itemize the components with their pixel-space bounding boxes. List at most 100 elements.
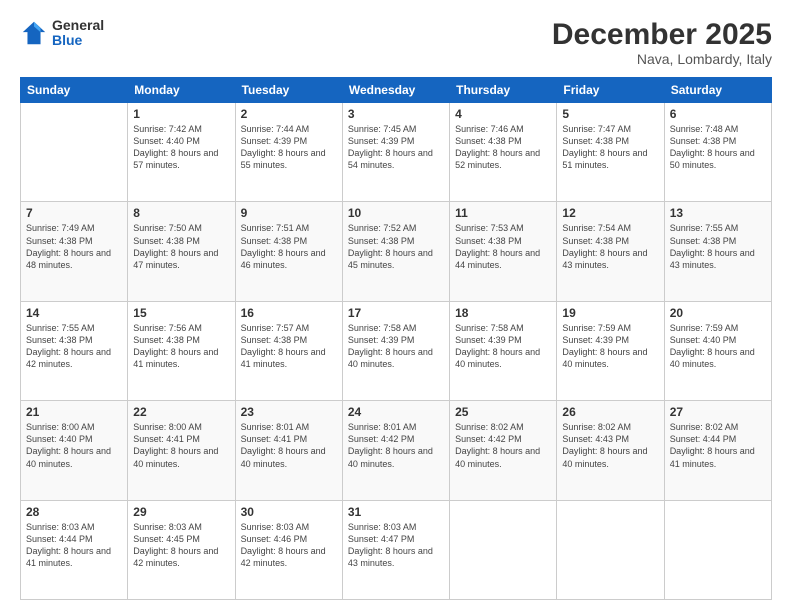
logo-general-text: General (52, 18, 104, 33)
day-info: Sunrise: 7:48 AMSunset: 4:38 PMDaylight:… (670, 123, 766, 172)
week-row-0: 1Sunrise: 7:42 AMSunset: 4:40 PMDaylight… (21, 103, 772, 202)
day-number: 28 (26, 505, 122, 519)
calendar-cell: 31Sunrise: 8:03 AMSunset: 4:47 PMDayligh… (342, 500, 449, 599)
calendar-cell: 28 Sunrise: 8:03 AMSunset: 4:44 PMDayligh… (21, 500, 128, 599)
day-number: 4 (455, 107, 551, 121)
day-number: 6 (670, 107, 766, 121)
day-info: Sunrise: 8:03 AMSunset: 4:45 PMDaylight:… (133, 521, 229, 570)
day-info: Sunrise: 7:59 AMSunset: 4:40 PMDaylight:… (670, 322, 766, 371)
day-number: 16 (241, 306, 337, 320)
logo-blue-text: Blue (52, 33, 104, 48)
calendar-cell: 18Sunrise: 7:58 AMSunset: 4:39 PMDayligh… (450, 301, 557, 400)
calendar-cell: 8 Sunrise: 7:50 AMSunset: 4:38 PMDaylight… (128, 202, 235, 301)
logo: General Blue (20, 18, 104, 49)
calendar-cell (21, 103, 128, 202)
day-info: Sunrise: 8:03 AMSunset: 4:46 PMDaylight:… (241, 521, 337, 570)
day-info: Sunrise: 8:00 AMSunset: 4:41 PMDaylight:… (133, 421, 229, 470)
day-info: Sunrise: 8:02 AMSunset: 4:43 PMDaylight:… (562, 421, 658, 470)
day-number: 17 (348, 306, 444, 320)
calendar-cell: 16Sunrise: 7:57 AMSunset: 4:38 PMDayligh… (235, 301, 342, 400)
calendar-cell: 13Sunrise: 7:55 AMSunset: 4:38 PMDayligh… (664, 202, 771, 301)
calendar-cell: 2Sunrise: 7:44 AMSunset: 4:39 PMDaylight… (235, 103, 342, 202)
day-info: Sunrise: 7:51 AMSunset: 4:38 PMDaylight:… (241, 222, 337, 271)
day-info: Sunrise: 8:02 AMSunset: 4:44 PMDaylight:… (670, 421, 766, 470)
day-number: 27 (670, 405, 766, 419)
day-info: Sunrise: 7:56 AMSunset: 4:38 PMDaylight:… (133, 322, 229, 371)
day-number: 9 (241, 206, 337, 220)
logo-text: General Blue (52, 18, 104, 49)
col-header-monday: Monday (128, 78, 235, 103)
calendar-cell: 26 Sunrise: 8:02 AMSunset: 4:43 PMDayligh… (557, 401, 664, 500)
day-info: Sunrise: 7:47 AMSunset: 4:38 PMDaylight:… (562, 123, 658, 172)
calendar-cell: 9 Sunrise: 7:51 AMSunset: 4:38 PMDaylight… (235, 202, 342, 301)
day-info: Sunrise: 7:46 AMSunset: 4:38 PMDaylight:… (455, 123, 551, 172)
day-number: 29 (133, 505, 229, 519)
location: Nava, Lombardy, Italy (552, 51, 772, 67)
calendar-cell: 17 Sunrise: 7:58 AMSunset: 4:39 PMDayligh… (342, 301, 449, 400)
header: General Blue December 2025 Nava, Lombard… (20, 18, 772, 67)
day-number: 12 (562, 206, 658, 220)
week-row-4: 28 Sunrise: 8:03 AMSunset: 4:44 PMDayligh… (21, 500, 772, 599)
calendar-cell: 21Sunrise: 8:00 AMSunset: 4:40 PMDayligh… (21, 401, 128, 500)
day-info: Sunrise: 8:01 AMSunset: 4:42 PMDaylight:… (348, 421, 444, 470)
day-info: Sunrise: 8:03 AMSunset: 4:44 PMDaylight:… (26, 521, 122, 570)
day-info: Sunrise: 7:54 AMSunset: 4:38 PMDaylight:… (562, 222, 658, 271)
day-number: 15 (133, 306, 229, 320)
day-number: 8 (133, 206, 229, 220)
week-row-3: 21Sunrise: 8:00 AMSunset: 4:40 PMDayligh… (21, 401, 772, 500)
day-number: 2 (241, 107, 337, 121)
calendar-cell: 30Sunrise: 8:03 AMSunset: 4:46 PMDayligh… (235, 500, 342, 599)
calendar-cell: 23 Sunrise: 8:01 AMSunset: 4:41 PMDayligh… (235, 401, 342, 500)
day-info: Sunrise: 7:52 AMSunset: 4:38 PMDaylight:… (348, 222, 444, 271)
calendar-cell: 25 Sunrise: 8:02 AMSunset: 4:42 PMDayligh… (450, 401, 557, 500)
calendar-cell: 6 Sunrise: 7:48 AMSunset: 4:38 PMDaylight… (664, 103, 771, 202)
calendar-cell: 12 Sunrise: 7:54 AMSunset: 4:38 PMDayligh… (557, 202, 664, 301)
day-number: 3 (348, 107, 444, 121)
calendar-cell: 7 Sunrise: 7:49 AMSunset: 4:38 PMDaylight… (21, 202, 128, 301)
day-number: 11 (455, 206, 551, 220)
day-info: Sunrise: 7:59 AMSunset: 4:39 PMDaylight:… (562, 322, 658, 371)
col-header-sunday: Sunday (21, 78, 128, 103)
day-number: 25 (455, 405, 551, 419)
day-number: 26 (562, 405, 658, 419)
day-info: Sunrise: 7:50 AMSunset: 4:38 PMDaylight:… (133, 222, 229, 271)
day-info: Sunrise: 7:49 AMSunset: 4:38 PMDaylight:… (26, 222, 122, 271)
day-number: 31 (348, 505, 444, 519)
calendar-cell: 3 Sunrise: 7:45 AMSunset: 4:39 PMDaylight… (342, 103, 449, 202)
day-number: 19 (562, 306, 658, 320)
week-row-2: 14 Sunrise: 7:55 AMSunset: 4:38 PMDayligh… (21, 301, 772, 400)
calendar-cell: 27 Sunrise: 8:02 AMSunset: 4:44 PMDayligh… (664, 401, 771, 500)
day-number: 5 (562, 107, 658, 121)
calendar-cell: 22Sunrise: 8:00 AMSunset: 4:41 PMDayligh… (128, 401, 235, 500)
day-number: 24 (348, 405, 444, 419)
day-number: 14 (26, 306, 122, 320)
col-header-thursday: Thursday (450, 78, 557, 103)
day-number: 20 (670, 306, 766, 320)
day-info: Sunrise: 7:45 AMSunset: 4:39 PMDaylight:… (348, 123, 444, 172)
day-info: Sunrise: 7:42 AMSunset: 4:40 PMDaylight:… (133, 123, 229, 172)
calendar-cell: 14 Sunrise: 7:55 AMSunset: 4:38 PMDayligh… (21, 301, 128, 400)
calendar-table: SundayMondayTuesdayWednesdayThursdayFrid… (20, 77, 772, 600)
calendar-cell: 20 Sunrise: 7:59 AMSunset: 4:40 PMDayligh… (664, 301, 771, 400)
day-number: 7 (26, 206, 122, 220)
day-number: 23 (241, 405, 337, 419)
calendar-cell: 24 Sunrise: 8:01 AMSunset: 4:42 PMDayligh… (342, 401, 449, 500)
col-header-tuesday: Tuesday (235, 78, 342, 103)
col-header-friday: Friday (557, 78, 664, 103)
calendar-cell: 10Sunrise: 7:52 AMSunset: 4:38 PMDayligh… (342, 202, 449, 301)
calendar-cell: 15 Sunrise: 7:56 AMSunset: 4:38 PMDayligh… (128, 301, 235, 400)
header-row: SundayMondayTuesdayWednesdayThursdayFrid… (21, 78, 772, 103)
day-number: 21 (26, 405, 122, 419)
day-info: Sunrise: 7:55 AMSunset: 4:38 PMDaylight:… (26, 322, 122, 371)
calendar-cell: 1Sunrise: 7:42 AMSunset: 4:40 PMDaylight… (128, 103, 235, 202)
day-info: Sunrise: 8:02 AMSunset: 4:42 PMDaylight:… (455, 421, 551, 470)
day-info: Sunrise: 7:58 AMSunset: 4:39 PMDaylight:… (348, 322, 444, 371)
day-info: Sunrise: 8:01 AMSunset: 4:41 PMDaylight:… (241, 421, 337, 470)
day-number: 18 (455, 306, 551, 320)
logo-icon (20, 19, 48, 47)
week-row-1: 7 Sunrise: 7:49 AMSunset: 4:38 PMDaylight… (21, 202, 772, 301)
title-block: December 2025 Nava, Lombardy, Italy (552, 18, 772, 67)
calendar-cell (557, 500, 664, 599)
calendar-cell: 5 Sunrise: 7:47 AMSunset: 4:38 PMDaylight… (557, 103, 664, 202)
calendar-cell (450, 500, 557, 599)
